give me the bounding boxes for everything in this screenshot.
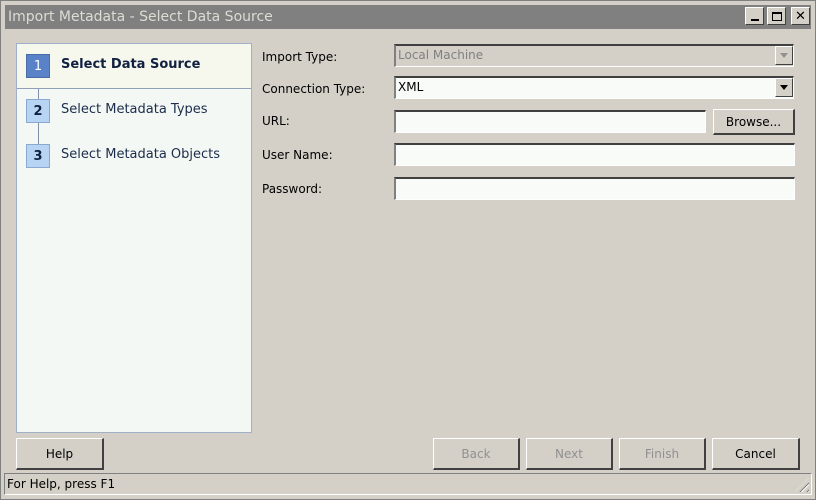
url-label: URL: [262,114,290,128]
url-input[interactable] [394,110,706,133]
import-type-value: Local Machine [398,48,484,62]
browse-button[interactable]: Browse... [713,109,795,135]
wizard-step-select-metadata-objects[interactable]: 3 Select Metadata Objects [17,134,251,178]
back-button[interactable]: Back [433,438,520,470]
connection-type-dropdown-button[interactable] [775,78,793,97]
step-label: Select Data Source [61,57,201,72]
wizard-step-select-data-source[interactable]: 1 Select Data Source [17,44,251,89]
minimize-button[interactable] [745,7,764,25]
minimize-icon [750,19,759,21]
password-label: Password: [262,182,323,196]
step-label: Select Metadata Objects [61,147,221,162]
step-label: Select Metadata Types [61,102,208,117]
connection-type-value: XML [398,80,424,94]
title-bar: Import Metadata - Select Data Source ✕ [5,5,811,29]
import-type-select[interactable]: Local Machine [394,44,794,67]
close-button[interactable]: ✕ [791,7,810,25]
import-type-label: Import Type: [262,50,338,64]
step-number-badge: 2 [26,99,50,123]
next-button[interactable]: Next [526,438,613,470]
status-text: For Help, press F1 [7,477,116,491]
password-input[interactable] [394,177,795,200]
step-number-badge: 3 [26,144,50,168]
finish-button[interactable]: Finish [619,438,706,470]
user-name-label: User Name: [262,148,333,162]
resize-grip-icon[interactable] [795,478,809,492]
chevron-down-icon [780,53,788,58]
chevron-down-icon [780,85,788,90]
window-title: Import Metadata - Select Data Source [8,9,273,25]
import-type-dropdown-button[interactable] [775,46,793,65]
step-number-badge: 1 [26,54,50,78]
close-icon: ✕ [795,8,806,24]
connection-type-select[interactable]: XML [394,76,794,99]
wizard-steps-panel: 1 Select Data Source 2 Select Metadata T… [16,43,252,433]
maximize-icon [771,11,782,21]
status-bar: For Help, press F1 [4,473,812,495]
wizard-step-select-metadata-types[interactable]: 2 Select Metadata Types [17,89,251,133]
connection-type-label: Connection Type: [262,82,366,96]
user-name-input[interactable] [394,143,795,166]
help-button[interactable]: Help [16,438,104,470]
cancel-button[interactable]: Cancel [712,438,800,470]
maximize-button[interactable] [767,7,786,25]
